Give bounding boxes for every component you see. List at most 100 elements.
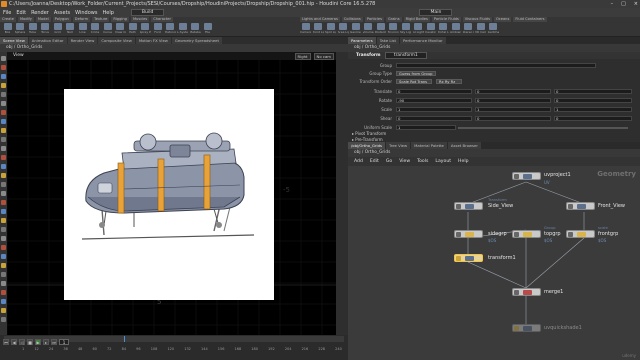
shear-z-field[interactable]: 0 <box>554 116 632 121</box>
menu-assets[interactable]: Assets <box>54 10 70 16</box>
shelf-tab-right-5[interactable]: Particle Fluids <box>431 17 461 22</box>
translate-z-field[interactable]: 0 <box>554 89 632 94</box>
shelf-tool-geometry-light[interactable]: Geometry Light <box>350 23 361 36</box>
group-type-dropdown[interactable]: Guess from Group <box>396 71 436 76</box>
shelf-tab-left-6[interactable]: Rigging <box>111 17 129 22</box>
shelf-tab-right-2[interactable]: Particles <box>364 17 384 22</box>
shelf-tool-vr-camera[interactable]: VR Camera <box>475 23 486 36</box>
viewport-tool-16-icon[interactable] <box>1 200 6 205</box>
uniform-scale-field[interactable]: 1 <box>396 125 456 130</box>
transform-order-dropdown[interactable]: Scale Rot Trans <box>396 79 432 84</box>
tab-animation-editor[interactable]: Animation Editor <box>28 37 67 44</box>
shelf-tab-left-3[interactable]: Polygon <box>52 17 71 22</box>
tab-tree-view[interactable]: Tree View <box>385 142 411 149</box>
menu-file[interactable]: File <box>3 10 11 16</box>
viewport-tool-15-icon[interactable] <box>1 191 6 196</box>
tab-take-list[interactable]: Take List <box>376 37 399 44</box>
shelf-tool-file[interactable]: File <box>202 23 213 36</box>
scale-y-field[interactable]: 1 <box>475 107 551 112</box>
step-forward-icon[interactable]: ▸ <box>43 339 49 345</box>
minimize-button[interactable]: – <box>611 0 614 8</box>
tab-motion-fx-view[interactable]: Motion FX View <box>135 37 171 44</box>
shelf-tab-left-5[interactable]: Texture <box>92 17 110 22</box>
node-frontgrp[interactable] <box>566 230 595 238</box>
shelf-tool-volume-light[interactable]: Volume Light <box>363 23 374 36</box>
shelf-tool-circle[interactable]: Circle <box>90 23 101 36</box>
viewport-tool-24-icon[interactable] <box>1 272 6 277</box>
viewport-tool-12-icon[interactable] <box>1 164 6 169</box>
tab-network[interactable]: /obj/Ortho_Grids <box>348 142 385 149</box>
tab-material-palette[interactable]: Material Palette <box>411 142 447 149</box>
node-topgrp[interactable] <box>512 230 541 238</box>
current-frame-field[interactable]: 1 <box>59 339 69 345</box>
viewport-tool-20-icon[interactable] <box>1 236 6 241</box>
net-menu-help[interactable]: Help <box>458 159 468 164</box>
shelf-tab-left-7[interactable]: Muscles <box>130 17 150 22</box>
close-button[interactable]: × <box>634 0 638 8</box>
node-front-view[interactable] <box>566 202 595 210</box>
shear-y-field[interactable]: 0 <box>475 116 551 121</box>
param-path-bar[interactable]: obj / Ortho_Grids <box>348 44 640 52</box>
node-uvproject1[interactable] <box>512 172 541 180</box>
viewport-tool-9-icon[interactable] <box>1 137 6 142</box>
rotate-x-field[interactable]: -90 <box>396 98 472 103</box>
tab-parameters[interactable]: Parameters <box>348 37 376 44</box>
rotate-y-field[interactable]: 0 <box>475 98 551 103</box>
viewport-tool-25-icon[interactable] <box>1 281 6 286</box>
shelf-tool-ambient-light[interactable]: Ambient Light <box>450 23 461 36</box>
shelf-tool-area-light[interactable]: Area Light <box>338 23 349 36</box>
shelf-tool-null[interactable]: Null <box>65 23 76 36</box>
viewport-tool-18-icon[interactable] <box>1 218 6 223</box>
net-menu-add[interactable]: Add <box>354 159 363 164</box>
menu-windows[interactable]: Windows <box>75 10 97 16</box>
shelf-tool-portal-light[interactable]: Portal Light <box>438 23 449 36</box>
scale-z-field[interactable]: 1 <box>554 107 632 112</box>
viewport-tool-13-icon[interactable] <box>1 173 6 178</box>
network-canvas[interactable]: Geometry uvproject1 UV Transform Side_Vi… <box>348 166 640 360</box>
shelf-tab-right-0[interactable]: Lights and Cameras <box>300 17 340 22</box>
tab-geometry-spreadsheet[interactable]: Geometry Spreadsheet <box>171 37 222 44</box>
shelf-tool-l-system[interactable]: L-System <box>177 23 188 36</box>
node-sidegrp[interactable] <box>454 230 483 238</box>
shelf-tool-environment-light[interactable]: Environment Light <box>388 23 399 36</box>
shelf-tool-camera[interactable]: Camera <box>300 23 311 36</box>
node-uvquickshade1[interactable] <box>512 324 541 332</box>
rotate-z-field[interactable]: 0 <box>554 98 632 103</box>
view-persp-menu[interactable]: Right <box>294 53 311 60</box>
menu-edit[interactable]: Edit <box>16 10 26 16</box>
shelf-tool-stereo-camera[interactable]: Stereo Camera <box>463 23 474 36</box>
viewport-tool-8-icon[interactable] <box>1 128 6 133</box>
shelf-tool-tube[interactable]: Tube <box>27 23 38 36</box>
network-path-bar[interactable]: obj / Ortho_Grids <box>348 149 640 157</box>
rotate-order-dropdown[interactable]: Rx Ry Rz <box>436 79 462 84</box>
shelf-tool-switcher[interactable]: Switcher <box>488 23 499 36</box>
shelf-tab-left-0[interactable]: Create <box>0 17 16 22</box>
node-side-view[interactable] <box>454 202 483 210</box>
shelf-tool-gi-light[interactable]: GI Light <box>413 23 424 36</box>
net-menu-tools[interactable]: Tools <box>417 159 428 164</box>
tab-render-view[interactable]: Render View <box>67 37 98 44</box>
menu-help[interactable]: Help <box>102 10 113 16</box>
viewport-tool-17-icon[interactable] <box>1 209 6 214</box>
scene-path-bar[interactable]: obj / Ortho_Grids <box>0 44 348 52</box>
shelf-tab-left-4[interactable]: Deform <box>72 17 91 22</box>
main-desktop-dropdown[interactable]: Main <box>419 9 453 16</box>
viewport-tool-2-icon[interactable] <box>1 74 6 79</box>
viewport-tool-21-icon[interactable] <box>1 245 6 250</box>
net-menu-layout[interactable]: Layout <box>435 159 451 164</box>
shelf-tool-metaball[interactable]: Metaball <box>190 23 201 36</box>
viewport-tool-28-icon[interactable] <box>1 308 6 313</box>
shelf-tool-sky-light[interactable]: Sky Light <box>400 23 411 36</box>
viewport-tool-5-icon[interactable] <box>1 101 6 106</box>
shelf-tab-right-6[interactable]: Viscous Fluids <box>462 17 492 22</box>
viewport-tool-22-icon[interactable] <box>1 254 6 259</box>
stop-icon[interactable]: ■ <box>27 339 33 345</box>
jump-end-icon[interactable]: ⏭ <box>51 339 57 345</box>
scale-x-field[interactable]: 1 <box>396 107 472 112</box>
viewport-tool-27-icon[interactable] <box>1 299 6 304</box>
net-menu-go[interactable]: Go <box>386 159 392 164</box>
viewport-tool-0-icon[interactable] <box>1 56 6 61</box>
viewport-tool-6-icon[interactable] <box>1 110 6 115</box>
viewport-tool-4-icon[interactable] <box>1 92 6 97</box>
shelf-tab-right-7[interactable]: Oceans <box>493 17 512 22</box>
